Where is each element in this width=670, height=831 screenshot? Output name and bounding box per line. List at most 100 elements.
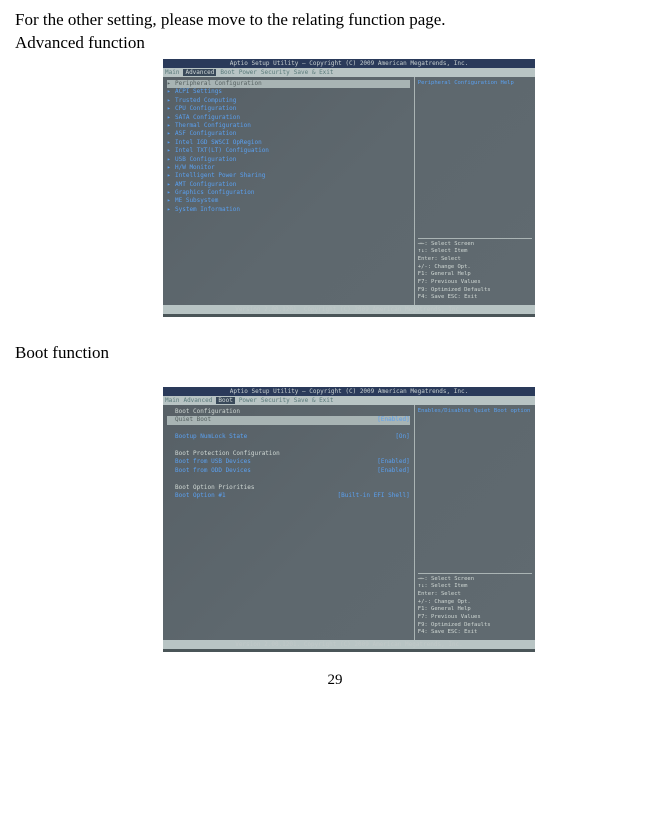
menu-item[interactable]: ▸ME Subsystem [167, 197, 410, 205]
key-hint: +/-: Change Opt. [418, 264, 532, 272]
page-number: 29 [15, 672, 655, 689]
menu-item[interactable]: ▸Peripheral Configuration [167, 80, 410, 88]
help-title: Enables/Disables Quiet Boot option [418, 408, 532, 416]
bios-footer: Version 2.00.1201. Copyright (C) 2009 Am… [163, 305, 535, 314]
menu-item-label: Boot from ODD Devices [175, 467, 251, 475]
menu-item-value: [Enabled] [357, 458, 410, 466]
menu-item[interactable]: ▸Thermal Configuration [167, 122, 410, 130]
menubar-tab-save-exit[interactable]: Save & Exit [294, 397, 334, 404]
menu-item[interactable]: ▸AMT Configuration [167, 181, 410, 189]
key-hint: F7: Previous Values [418, 279, 532, 287]
key-hint: F1: General Help [418, 606, 532, 614]
menu-item-label: Boot Protection Configuration [175, 450, 280, 458]
submenu-arrow-icon: ▸ [167, 114, 175, 122]
menu-item-label: Intel TXT(LT) Configuation [175, 147, 269, 155]
menubar-tab-boot[interactable]: Boot [220, 69, 234, 76]
menu-item-label: ACPI Settings [175, 88, 222, 96]
menu-item-label: Boot Option #1 [175, 492, 226, 500]
menu-item[interactable]: Quiet Boot [Enabled] [167, 416, 410, 424]
menu-item[interactable]: Boot from ODD Devices [Enabled] [167, 467, 410, 475]
section-title-boot: Boot function [15, 343, 655, 363]
bios-screenshot-boot: Aptio Setup Utility – Copyright (C) 2009… [163, 387, 535, 652]
menu-item[interactable]: ▸Trusted Computing [167, 97, 410, 105]
bios-menu-list: Boot Configuration Quiet Boot [Enabled] B… [163, 405, 415, 640]
menu-heading: Boot Configuration [167, 408, 410, 416]
menu-item-label: Intelligent Power Sharing [175, 172, 265, 180]
menu-item-label: Trusted Computing [175, 97, 236, 105]
menubar-tab-security[interactable]: Security [261, 69, 290, 76]
bios-footer: Version 2.00.1201. Copyright (C) 2009 Am… [163, 640, 535, 649]
menu-item-label: Boot Option Priorities [175, 484, 254, 492]
menu-item[interactable]: ▸Intel TXT(LT) Configuation [167, 147, 410, 155]
menu-item-label: Graphics Configuration [175, 189, 254, 197]
menu-item[interactable]: Boot Option #1 [Built-in EFI Shell] [167, 492, 410, 500]
menu-item[interactable]: ▸SATA Configuration [167, 114, 410, 122]
menu-item[interactable]: ▸Intelligent Power Sharing [167, 172, 410, 180]
menu-item-label: System Information [175, 206, 240, 214]
key-hint: F4: Save ESC: Exit [418, 629, 532, 637]
menu-item-label: Boot Configuration [175, 408, 240, 416]
submenu-arrow-icon: ▸ [167, 164, 175, 172]
menu-item-value: [On] [375, 433, 409, 441]
section-title-advanced: Advanced function [15, 33, 655, 53]
submenu-arrow-icon: ▸ [167, 97, 175, 105]
menu-item-value: [Built-in EFI Shell] [318, 492, 410, 500]
menu-item-label: Quiet Boot [175, 416, 211, 424]
key-hint: Enter: Select [418, 256, 532, 264]
menubar-tab-main[interactable]: Main [165, 397, 179, 404]
menu-item-label: H/W Monitor [175, 164, 215, 172]
menubar-tab-advanced[interactable]: Advanced [183, 397, 212, 404]
menu-item[interactable]: Boot from USB Devices[Enabled] [167, 458, 410, 466]
menu-heading: Boot Option Priorities [167, 484, 410, 492]
key-hint: →←: Select Screen [418, 241, 532, 249]
intro-text: For the other setting, please move to th… [15, 10, 655, 30]
menu-item-value: [Enabled] [357, 416, 410, 424]
menubar-tab-advanced[interactable]: Advanced [183, 69, 216, 76]
submenu-arrow-icon: ▸ [167, 88, 175, 96]
key-hint: ↑↓: Select Item [418, 248, 532, 256]
menu-item[interactable]: Bootup NumLock State[On] [167, 433, 410, 441]
menu-item[interactable]: ▸ACPI Settings [167, 88, 410, 96]
menu-item[interactable]: ▸System Information [167, 206, 410, 214]
bios-menubar: Main Advanced Boot Power Security Save & Exit [163, 68, 535, 77]
bios-help-pane: Peripheral Configuration Help →←: Select… [415, 77, 535, 305]
menu-item-value: [Enabled] [357, 467, 410, 475]
bios-help-pane: Enables/Disables Quiet Boot option →←: S… [415, 405, 535, 640]
menubar-tab-boot[interactable]: Boot [216, 397, 234, 404]
menubar-tab-power[interactable]: Power [239, 397, 257, 404]
submenu-arrow-icon: ▸ [167, 139, 175, 147]
menubar-tab-main[interactable]: Main [165, 69, 179, 76]
key-hint: F7: Previous Values [418, 614, 532, 622]
menu-item-label: ME Subsystem [175, 197, 218, 205]
key-help: →←: Select Screen↑↓: Select ItemEnter: S… [418, 238, 532, 303]
menu-item-label: CPU Configuration [175, 105, 236, 113]
menu-item[interactable]: ▸Intel IGD SWSCI OpRegion [167, 139, 410, 147]
key-hint: +/-: Change Opt. [418, 599, 532, 607]
menu-item-label: Peripheral Configuration [175, 80, 262, 88]
menubar-tab-power[interactable]: Power [239, 69, 257, 76]
menu-item[interactable]: ▸USB Configuration [167, 156, 410, 164]
submenu-arrow-icon: ▸ [167, 130, 175, 138]
menubar-tab-save-exit[interactable]: Save & Exit [294, 69, 334, 76]
bios-menubar: Main Advanced Boot Power Security Save & Exit [163, 396, 535, 405]
menu-item-label: SATA Configuration [175, 114, 240, 122]
bios-header: Aptio Setup Utility – Copyright (C) 2009… [163, 59, 535, 68]
menubar-tab-security[interactable]: Security [261, 397, 290, 404]
menu-item-label: USB Configuration [175, 156, 236, 164]
key-hint: F1: General Help [418, 271, 532, 279]
key-hint: F9: Optimized Defaults [418, 622, 532, 630]
help-title: Peripheral Configuration Help [418, 80, 532, 88]
key-help: →←: Select Screen↑↓: Select ItemEnter: S… [418, 573, 532, 638]
menu-item[interactable]: ▸Graphics Configuration [167, 189, 410, 197]
submenu-arrow-icon: ▸ [167, 181, 175, 189]
menu-item[interactable]: ▸ASF Configuration [167, 130, 410, 138]
submenu-arrow-icon: ▸ [167, 122, 175, 130]
submenu-arrow-icon: ▸ [167, 147, 175, 155]
menu-item[interactable]: ▸H/W Monitor [167, 164, 410, 172]
key-hint: F9: Optimized Defaults [418, 287, 532, 295]
submenu-arrow-icon: ▸ [167, 156, 175, 164]
submenu-arrow-icon: ▸ [167, 105, 175, 113]
key-hint: Enter: Select [418, 591, 532, 599]
menu-item[interactable]: ▸CPU Configuration [167, 105, 410, 113]
key-hint: →←: Select Screen [418, 576, 532, 584]
